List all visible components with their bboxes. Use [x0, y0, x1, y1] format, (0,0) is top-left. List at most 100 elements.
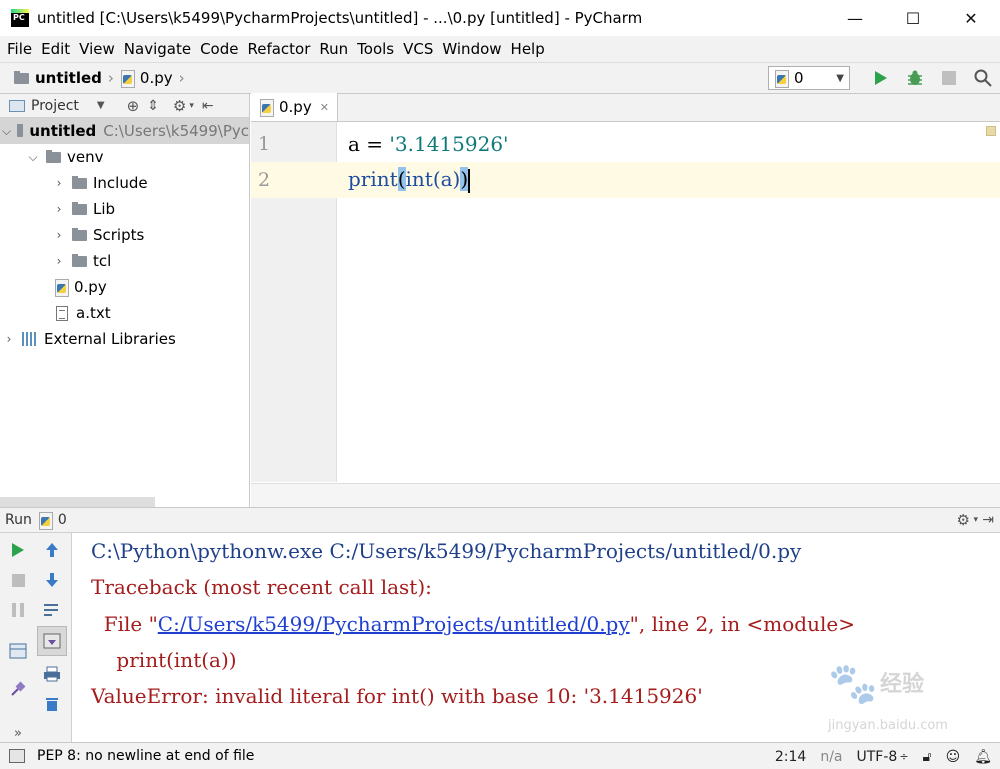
- menu-view[interactable]: View: [76, 40, 118, 58]
- menu-navigate[interactable]: Navigate: [121, 40, 194, 58]
- code-text: a = '3.1415926': [337, 132, 509, 156]
- editor: 0.py ✕ 1 a = '3.1415926' 2 print(int(a)): [251, 93, 1000, 507]
- run-config-value: 0: [794, 69, 804, 87]
- inspector-icon[interactable]: ☺: [946, 749, 961, 765]
- python-file-icon: [120, 70, 135, 88]
- tree-item-tcl[interactable]: › tcl: [0, 248, 249, 274]
- folder-icon: [17, 123, 24, 137]
- chevron-down-icon[interactable]: ⌵: [26, 150, 40, 165]
- breadcrumb: untitled › 0.py ›: [14, 69, 191, 88]
- tree-item-label: External Libraries: [44, 330, 176, 348]
- print-button[interactable]: [37, 659, 67, 689]
- menu-refactor[interactable]: Refactor: [244, 40, 313, 58]
- watermark-brand: 经验: [880, 672, 925, 697]
- chevron-down-icon[interactable]: ▼: [97, 100, 105, 111]
- arrow-up-icon: [46, 543, 58, 557]
- lock-icon[interactable]: 🔓︎: [923, 749, 932, 765]
- menu-window[interactable]: Window: [439, 40, 504, 58]
- breadcrumb-file[interactable]: 0.py: [140, 69, 173, 87]
- pin-icon: [11, 681, 26, 696]
- pin-tab-button[interactable]: [3, 674, 33, 704]
- close-button[interactable]: ✕: [942, 0, 1000, 36]
- menu-vcs[interactable]: VCS: [400, 40, 436, 58]
- hide-panel-icon[interactable]: ⇥: [982, 512, 994, 528]
- scroll-to-end-button[interactable]: [37, 626, 67, 656]
- string-literal: '3.1415926': [389, 132, 509, 156]
- editor-tabs: 0.py ✕: [251, 93, 1000, 122]
- chevron-right-icon[interactable]: ›: [52, 202, 66, 216]
- caret-position[interactable]: 2:14: [775, 749, 806, 765]
- paw-logo-icon: 🐾: [828, 661, 878, 707]
- menu-tools[interactable]: Tools: [354, 40, 397, 58]
- chevron-down-icon[interactable]: ÷: [899, 750, 908, 763]
- restore-layout-button[interactable]: [3, 636, 33, 666]
- tree-item-atxt[interactable]: a.txt: [0, 300, 249, 326]
- folder-icon: [72, 227, 87, 241]
- gear-icon[interactable]: ⚙: [957, 511, 970, 529]
- project-view-selector[interactable]: Project: [31, 98, 79, 114]
- chevron-down-icon[interactable]: ▾: [973, 515, 978, 525]
- menu-edit[interactable]: Edit: [38, 40, 73, 58]
- gear-icon[interactable]: ⚙: [173, 97, 186, 115]
- chevron-right-icon[interactable]: ›: [52, 254, 66, 268]
- tab-0py[interactable]: 0.py ✕: [251, 93, 338, 121]
- code-line-2[interactable]: 2 print(int(a)): [251, 162, 1000, 198]
- code-line-1[interactable]: 1 a = '3.1415926': [251, 126, 1000, 162]
- collapse-all-icon[interactable]: ⇕: [147, 98, 159, 114]
- menu-help[interactable]: Help: [508, 40, 548, 58]
- chevron-right-icon[interactable]: ›: [52, 228, 66, 242]
- maximize-button[interactable]: ☐: [884, 0, 942, 36]
- pause-button[interactable]: [3, 595, 33, 625]
- breadcrumb-project[interactable]: untitled: [35, 69, 102, 87]
- close-tab-icon[interactable]: ✕: [320, 101, 329, 114]
- menu-run[interactable]: Run: [316, 40, 351, 58]
- tree-item-scripts[interactable]: › Scripts: [0, 222, 249, 248]
- minimize-button[interactable]: —: [826, 0, 884, 36]
- tree-item-untitled[interactable]: ⌵ untitled C:\Users\k5499\Pyc: [0, 118, 249, 144]
- debug-button[interactable]: [898, 65, 932, 91]
- locate-icon[interactable]: ⊕: [127, 97, 140, 115]
- hide-panel-icon[interactable]: ⇤: [202, 98, 214, 114]
- pause-icon: [12, 603, 24, 617]
- stop-button[interactable]: [932, 65, 966, 91]
- horizontal-scrollbar[interactable]: [0, 497, 155, 507]
- line-separator[interactable]: n/a: [820, 749, 842, 765]
- folder-icon: [46, 149, 61, 163]
- console-file-link[interactable]: C:/Users/k5499/PycharmProjects/untitled/…: [158, 612, 630, 636]
- scroll-up-button[interactable]: [37, 535, 67, 565]
- tree-item-0py[interactable]: 0.py: [0, 274, 249, 300]
- chevron-right-icon[interactable]: ›: [2, 332, 16, 346]
- run-tab-label[interactable]: 0: [58, 512, 67, 528]
- inspection-marker[interactable]: [986, 126, 996, 136]
- status-message[interactable]: PEP 8: no newline at end of file: [37, 748, 254, 764]
- tree-item-include[interactable]: › Include: [0, 170, 249, 196]
- scroll-down-button[interactable]: [37, 565, 67, 595]
- menu-file[interactable]: File: [4, 40, 35, 58]
- console-line: Traceback (most recent call last):: [91, 575, 432, 599]
- tree-item-external-libraries[interactable]: › External Libraries: [0, 326, 249, 352]
- chevron-down-icon[interactable]: ⌵: [2, 124, 11, 139]
- tool-windows-icon[interactable]: [9, 749, 25, 763]
- trash-icon: [46, 698, 58, 711]
- run-button[interactable]: [864, 65, 898, 91]
- console-line: File "C:/Users/k5499/PycharmProjects/unt…: [91, 612, 855, 636]
- menu-bar: File Edit View Navigate Code Refactor Ru…: [0, 36, 1000, 62]
- python-file-icon: [259, 99, 274, 117]
- run-config-select[interactable]: 0 ▼: [768, 66, 850, 90]
- file-encoding[interactable]: UTF-8: [857, 749, 898, 765]
- soft-wrap-button[interactable]: [37, 595, 67, 625]
- search-everywhere-button[interactable]: [966, 65, 1000, 91]
- menu-code[interactable]: Code: [197, 40, 241, 58]
- tree-item-lib[interactable]: › Lib: [0, 196, 249, 222]
- folder-icon: [72, 175, 87, 189]
- clear-all-button[interactable]: [37, 689, 67, 719]
- event-log-icon[interactable]: 🔔︎: [974, 749, 992, 765]
- stop-button[interactable]: [3, 565, 33, 595]
- code-token: print: [348, 167, 398, 192]
- chevron-right-icon[interactable]: ›: [52, 176, 66, 190]
- chevron-down-icon[interactable]: ▾: [189, 101, 194, 111]
- window-title: untitled [C:\Users\k5499\PycharmProjects…: [37, 9, 643, 27]
- rerun-button[interactable]: [3, 535, 33, 565]
- tree-item-venv[interactable]: ⌵ venv: [0, 144, 249, 170]
- stop-icon: [11, 573, 25, 587]
